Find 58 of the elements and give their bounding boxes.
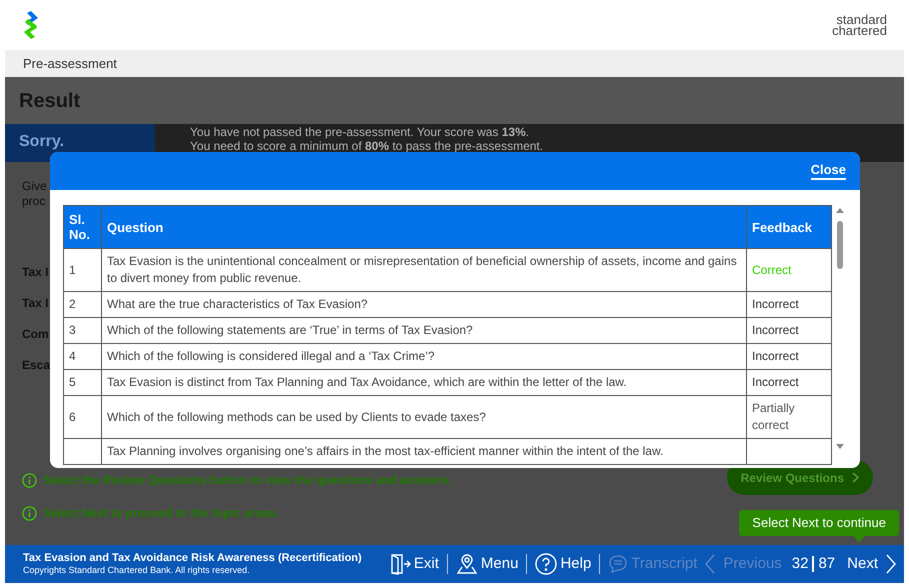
scroll-up-icon[interactable] <box>835 207 845 214</box>
exit-button[interactable]: Exit <box>388 552 439 576</box>
row-number: 3 <box>69 323 76 337</box>
course-title: Tax Evasion and Tax Avoidance Risk Awareness (Recertification) <box>23 552 362 564</box>
question-text: Tax Evasion is the unintentional concealment or misrepresentation of beneficial ownership of assets, income and gains to divert money from public revenue. <box>107 254 737 285</box>
map-pin-icon <box>456 553 478 575</box>
question-text: Which of the following is considered illegal and a ‘Tax Crime’? <box>107 349 434 363</box>
instruction-text: Select the Review Questions button to view the questions and answers. <box>43 472 452 488</box>
feedback-text: Incorrect <box>752 297 799 311</box>
help-button[interactable]: Help <box>535 552 592 576</box>
question-text: Tax Planning involves organising one’s affairs in the most tax-efficient manner within the intent of the law. <box>107 444 664 458</box>
row-number: 4 <box>69 349 76 363</box>
help-icon <box>535 553 558 575</box>
next-button[interactable]: Next <box>847 552 896 576</box>
brand-wordmark: standard <box>836 14 887 25</box>
question-text: Which of the following methods can be used by Clients to evade taxes? <box>107 410 486 424</box>
feedback-text: Correct <box>752 262 792 276</box>
instruction-text: Select Next to proceed to the topic areas. <box>43 505 278 521</box>
info-icon <box>22 472 37 488</box>
intro-text: Give <box>22 179 47 194</box>
banner-message: You need to score a minimum of 80% to pass the pre-assessment. <box>190 139 544 153</box>
close-button[interactable]: Close <box>810 162 846 180</box>
page-number: 32 <box>792 554 808 574</box>
chevron-right-icon <box>852 472 859 483</box>
question-text: Which of the following statements are ‘True’ in terms of Tax Evasion? <box>107 323 473 337</box>
feedback-text: Incorrect <box>752 375 799 389</box>
topic-label: Tax I <box>22 264 48 280</box>
chevron-right-icon <box>886 554 896 574</box>
copyright-text: Copyrights Standard Chartered Bank. All rights reserved. <box>23 564 251 576</box>
topic-label: Com <box>22 326 49 342</box>
chevron-left-icon <box>705 554 716 574</box>
question-text: What are the true characteristics of Tax Evasion? <box>107 297 368 311</box>
row-number: 2 <box>69 297 76 311</box>
row-number: 6 <box>69 410 76 424</box>
column-header: Feedback <box>746 206 832 248</box>
scroll-down-icon[interactable] <box>835 443 845 450</box>
menu-button[interactable]: Menu <box>456 552 518 576</box>
info-icon <box>22 506 37 520</box>
topic-label: Esca <box>22 357 50 373</box>
feedback-text: Incorrect <box>752 323 799 337</box>
page-total: 87 <box>818 554 836 574</box>
brand-wordmark: chartered <box>832 25 887 36</box>
breadcrumb: Pre-assessment <box>23 54 117 73</box>
row-number: 1 <box>69 262 76 276</box>
feedback-text: Incorrect <box>752 349 799 363</box>
topic-label: Tax I <box>22 295 48 311</box>
column-header: Sl. No. <box>64 206 102 248</box>
banner-message: You have not passed the pre-assessment. Your score was 13%. <box>190 125 530 139</box>
door-exit-icon <box>388 553 411 575</box>
page-title: Result <box>19 88 80 114</box>
feedback-text: Partially correct <box>752 401 795 432</box>
logo-icon <box>22 10 40 40</box>
scrollbar-thumb[interactable] <box>837 221 843 269</box>
row-number: 5 <box>69 375 76 389</box>
intro-text: proc <box>22 194 46 209</box>
question-text: Tax Evasion is distinct from Tax Planning and Tax Avoidance, which are within the letter of the law. <box>107 375 627 389</box>
speech-bubble-icon <box>608 554 628 574</box>
column-header: Question <box>102 206 746 248</box>
